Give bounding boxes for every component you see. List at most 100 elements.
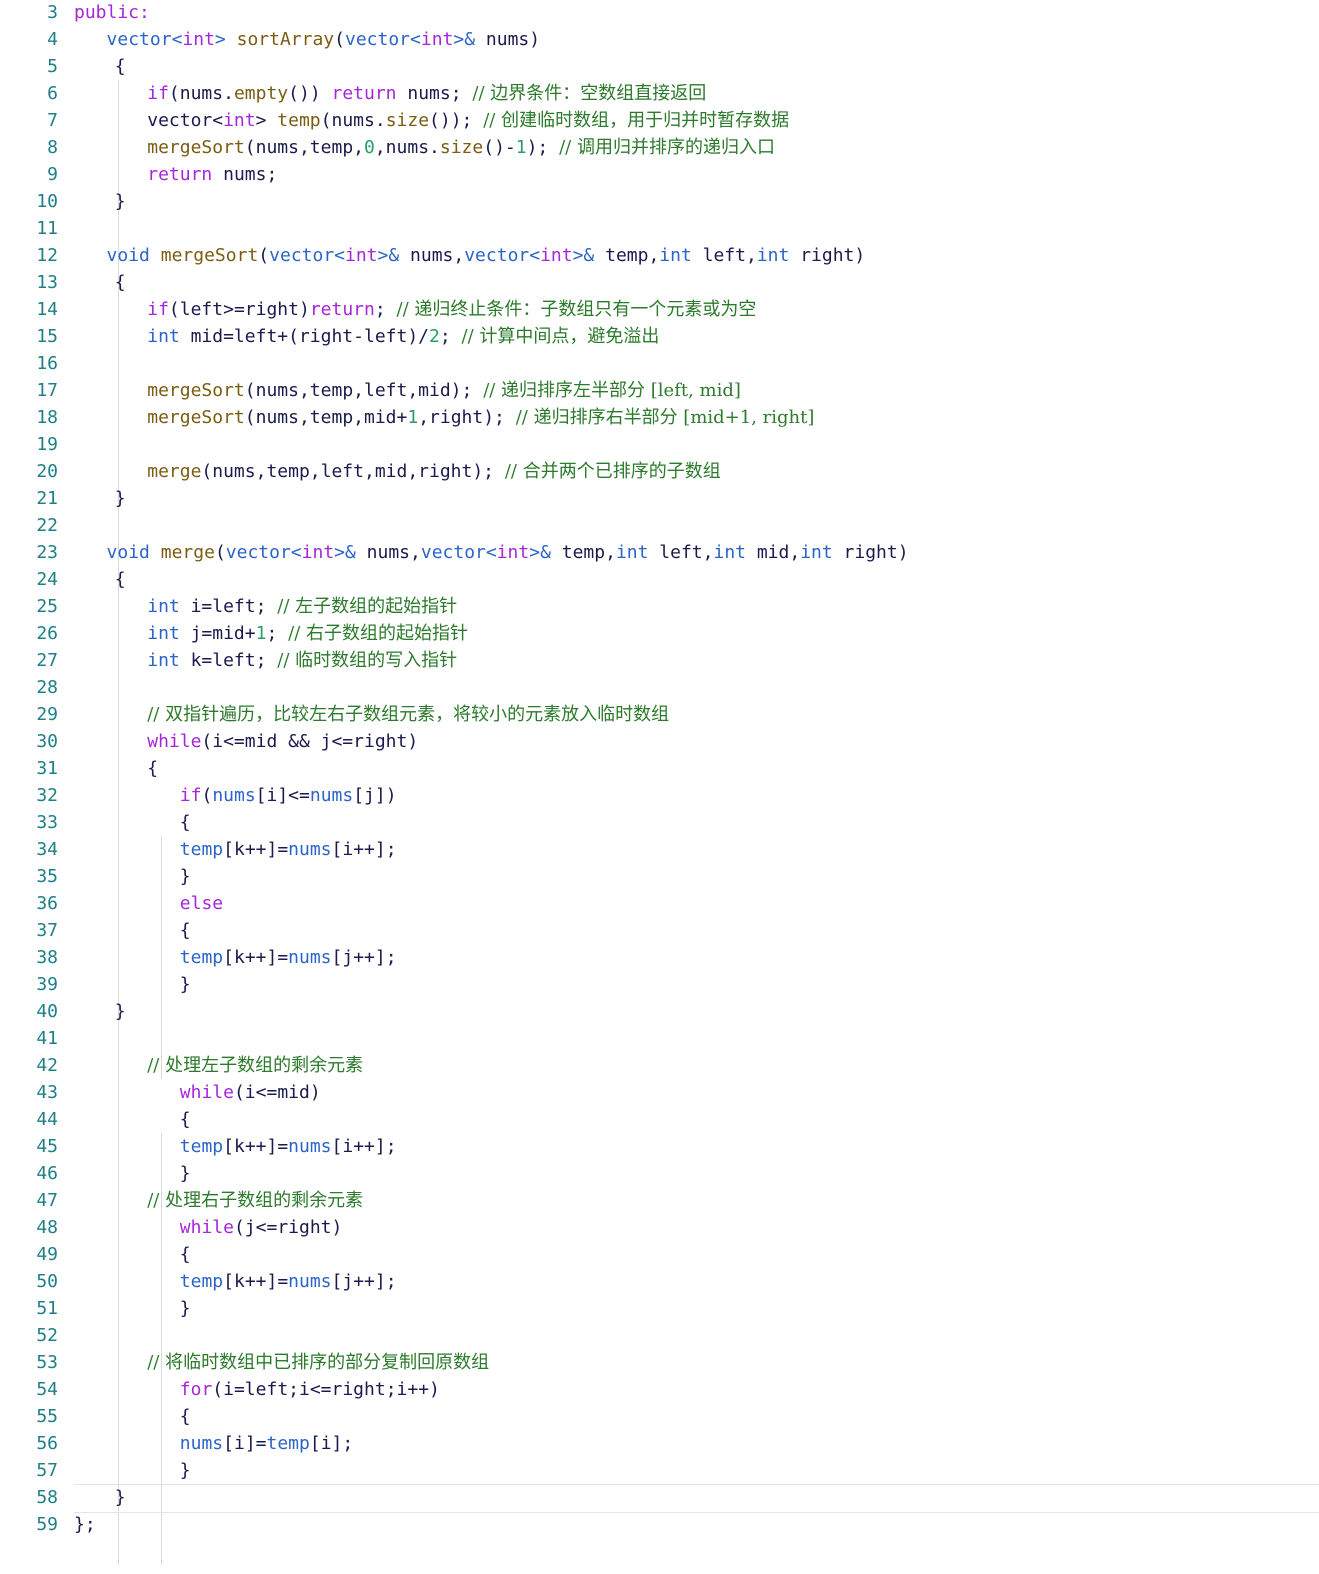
code-line[interactable]: 36 else [0,890,1319,917]
code-line[interactable]: 56 nums[i]=temp[i]; [0,1430,1319,1457]
line-number: 32 [36,785,58,806]
code-line[interactable]: 29 // 双指针遍历，比较左右子数组元素，将较小的元素放入临时数组 [0,701,1319,728]
line-code: } [115,485,126,512]
code-line[interactable]: 37 { [0,917,1319,944]
code-line[interactable]: 8 mergeSort(nums,temp,0,nums.size()-1); /… [0,134,1319,161]
code-line[interactable]: 23 void merge(vector<int>& nums,vector<in… [0,539,1319,566]
line-code: { [180,917,191,944]
code-line[interactable]: 49 { [0,1241,1319,1268]
code-token: nums [288,1271,332,1292]
code-line[interactable]: 31 { [0,755,1319,782]
code-line[interactable]: 41 [0,1025,1319,1052]
code-line[interactable]: 46} [0,1160,1319,1187]
line-code: { [180,1106,191,1133]
code-token: } [114,1001,126,1022]
code-line[interactable]: 16 [0,350,1319,377]
line-number: 33 [36,812,58,833]
code-token: [k++]= [223,1271,289,1292]
code-token: 2 [429,326,440,347]
code-line[interactable]: 26 int j=mid+1; // 右子数组的起始指针 [0,620,1319,647]
code-token: ()); [429,110,484,131]
code-line[interactable]: 18 mergeSort(nums,temp,mid+1,right); // 递… [0,404,1319,431]
code-token: mid, [746,542,801,563]
code-line[interactable]: 6 if(nums.empty()) return nums; // 边界条件：空… [0,80,1319,107]
line-code: } [115,188,126,215]
code-token: (i<=mid) [233,1082,321,1103]
code-token: 1 [515,137,527,158]
code-line[interactable]: 33 { [0,809,1319,836]
line-code: // 将临时数组中已排序的部分复制回原数组 [147,1349,489,1376]
code-line[interactable]: 58} [0,1484,1319,1511]
code-line[interactable]: 44 { [0,1106,1319,1133]
code-line[interactable]: 10} [0,188,1319,215]
code-line[interactable]: 45 temp[k++]=nums[i++]; [0,1133,1319,1160]
line-number: 21 [36,488,58,509]
line-number: 36 [36,893,58,914]
code-line[interactable]: 19 [0,431,1319,458]
line-number: 17 [36,380,58,401]
code-line[interactable]: 57} [0,1457,1319,1484]
code-token: [i++]; [331,839,397,860]
code-token: } [179,1163,191,1184]
code-editor[interactable]: 3 public: 4 vector<int> sortArray(vector<in… [0,0,1319,1574]
code-line[interactable]: 35} [0,863,1319,890]
code-token: int [147,650,180,671]
code-line[interactable]: 9 return nums; [0,161,1319,188]
code-line[interactable]: 51} [0,1295,1319,1322]
code-token: { [179,1109,191,1130]
line-number: 20 [36,461,58,482]
code-line[interactable]: 47 // 处理右子数组的剩余元素 [0,1187,1319,1214]
code-comment: // 双指针遍历，比较左右子数组元素，将较小的元素放入临时数组 [147,704,670,725]
code-token: { [114,569,126,590]
line-code: // 双指针遍历，比较左右子数组元素，将较小的元素放入临时数组 [147,701,669,728]
code-line[interactable]: 12 void mergeSort(vector<int>& nums,vecto… [0,242,1319,269]
code-line[interactable]: 11 [0,215,1319,242]
code-line[interactable]: 59}; [0,1511,1319,1538]
code-line[interactable]: 5{ [0,53,1319,80]
code-line[interactable]: 34 temp[k++]=nums[i++]; [0,836,1319,863]
code-token: } [179,1460,191,1481]
code-line[interactable]: 7 vector<int> temp(nums.size()); // 创建临时数… [0,107,1319,134]
code-comment: // 递归终止条件：子数组只有一个元素或为空 [396,299,757,320]
code-token: ( [214,542,226,563]
code-line[interactable]: 48 while(j<=right) [0,1214,1319,1241]
code-line[interactable]: 20 merge(nums,temp,left,mid,right); // 合并… [0,458,1319,485]
code-comment: // 创建临时数组，用于归并时暂存数据 [483,110,790,131]
code-line[interactable]: 38 temp[k++]=nums[j++]; [0,944,1319,971]
code-line[interactable]: 3 public: [0,0,1319,26]
code-line[interactable]: 42 // 处理左子数组的剩余元素 [0,1052,1319,1079]
code-line[interactable]: 14 if(left>=right)return; // 递归终止条件：子数组只有… [0,296,1319,323]
code-line[interactable]: 17 mergeSort(nums,temp,left,mid); // 递归排序… [0,377,1319,404]
code-token: >& [453,29,486,50]
code-line[interactable]: 4 vector<int> sortArray(vector<int>& nums… [0,26,1319,53]
code-line[interactable]: 25 int i=left; // 左子数组的起始指针 [0,593,1319,620]
line-number: 51 [36,1298,58,1319]
code-line[interactable]: 15 int mid=left+(right-left)/2; // 计算中间点，… [0,323,1319,350]
line-number: 40 [36,1001,58,1022]
line-number: 37 [36,920,58,941]
code-token: >& [572,245,606,266]
code-line[interactable]: 32 if(nums[i]<=nums[j]) [0,782,1319,809]
code-token: vector< [420,542,497,563]
code-line[interactable]: 24 { [0,566,1319,593]
code-line[interactable]: 52 [0,1322,1319,1349]
code-line[interactable]: 22 [0,512,1319,539]
code-token: >& [377,245,411,266]
code-line[interactable]: 39} [0,971,1319,998]
code-line[interactable]: 30 while(i<=mid && j<=right) [0,728,1319,755]
code-line[interactable]: 27 int k=left; // 临时数组的写入指针 [0,647,1319,674]
code-token: (i<=mid && j<=right) [201,731,419,752]
code-line[interactable]: 21} [0,485,1319,512]
code-line[interactable]: 54 for(i=left;i<=right;i++) [0,1376,1319,1403]
code-line[interactable]: 55 { [0,1403,1319,1430]
code-line[interactable]: 50 temp[k++]=nums[j++]; [0,1268,1319,1295]
code-line[interactable]: 13 { [0,269,1319,296]
line-number: 59 [36,1514,58,1535]
line-number: 7 [47,110,58,131]
code-line[interactable]: 53 // 将临时数组中已排序的部分复制回原数组 [0,1349,1319,1376]
code-line[interactable]: 43 while(i<=mid) [0,1079,1319,1106]
code-line[interactable]: 28 [0,674,1319,701]
line-code: } [115,1484,126,1511]
code-line[interactable]: 40} [0,998,1319,1025]
